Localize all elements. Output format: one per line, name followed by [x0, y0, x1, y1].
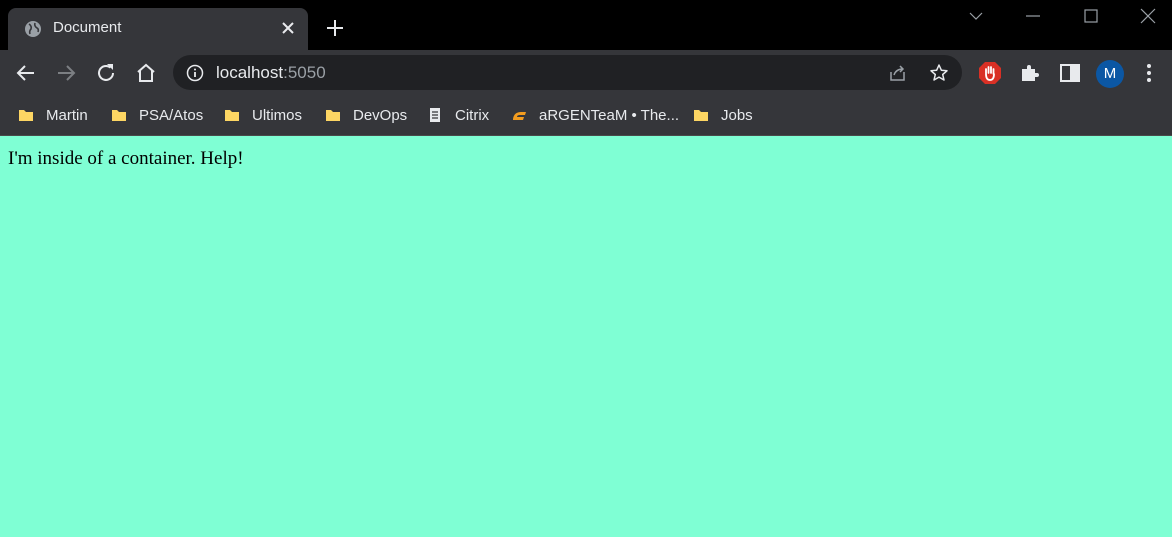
site-info-icon[interactable]: [186, 64, 204, 82]
page-viewport: I'm inside of a container. Help!: [0, 136, 1172, 537]
url-port: :5050: [283, 63, 326, 82]
folder-icon: [19, 110, 33, 121]
bookmark-ultimos[interactable]: Ultimos: [224, 104, 302, 126]
maximize-icon[interactable]: [1081, 6, 1101, 26]
folder-icon: [326, 110, 340, 121]
adblock-extension-icon[interactable]: [978, 61, 1002, 85]
argenteam-icon: [513, 112, 526, 120]
side-panel-icon[interactable]: [1058, 61, 1082, 85]
menu-kebab-icon[interactable]: [1137, 61, 1161, 85]
address-bar[interactable]: localhost:5050: [173, 55, 962, 90]
bookmark-label: DevOps: [353, 106, 408, 124]
document-icon: [430, 108, 440, 122]
reload-icon[interactable]: [94, 61, 118, 85]
container-text: I'm inside of a container. Help!: [8, 148, 244, 169]
globe-icon: [25, 21, 41, 37]
bookmark-martin[interactable]: Martin: [18, 104, 88, 126]
window-close-icon[interactable]: [1138, 6, 1158, 26]
tab-search-chevron-icon[interactable]: [966, 6, 986, 26]
bookmarks-bar: Martin PSA/Atos Ultimos DevOps Citrix aR…: [0, 96, 1172, 136]
bookmark-label: Martin: [46, 106, 88, 124]
minimize-icon[interactable]: [1023, 6, 1043, 26]
bookmark-jobs[interactable]: Jobs: [693, 104, 753, 126]
bookmark-label: PSA/Atos: [139, 106, 204, 124]
new-tab-icon[interactable]: [324, 17, 346, 39]
tab-strip: Document: [0, 0, 1172, 50]
tab-title: Document: [53, 19, 122, 36]
back-icon[interactable]: [14, 61, 38, 85]
tab-document[interactable]: Document: [8, 8, 308, 50]
profile-avatar[interactable]: M: [1096, 60, 1124, 88]
share-icon[interactable]: [888, 63, 908, 83]
bookmark-label: Ultimos: [252, 106, 303, 124]
url-text[interactable]: localhost:5050: [216, 63, 326, 83]
url-host: localhost: [216, 63, 284, 82]
bookmark-star-icon[interactable]: [929, 63, 949, 83]
bookmark-citrix[interactable]: Citrix: [427, 104, 489, 126]
bookmark-label: Jobs: [721, 106, 753, 124]
extensions-icon[interactable]: [1018, 61, 1042, 85]
bookmark-label: Citrix: [455, 106, 490, 124]
folder-icon: [112, 110, 126, 121]
bookmark-psa-atos[interactable]: PSA/Atos: [111, 104, 203, 126]
close-icon[interactable]: [278, 18, 298, 38]
bookmark-devops[interactable]: DevOps: [325, 104, 407, 126]
folder-icon: [225, 110, 239, 121]
bookmark-label: aRGENTeaM • The...: [539, 106, 680, 124]
home-icon[interactable]: [134, 61, 158, 85]
forward-icon[interactable]: [54, 61, 78, 85]
bookmark-argenteam[interactable]: aRGENTeaM • The...: [511, 104, 679, 126]
folder-icon: [694, 110, 708, 121]
toolbar: localhost:5050 M: [0, 50, 1172, 96]
